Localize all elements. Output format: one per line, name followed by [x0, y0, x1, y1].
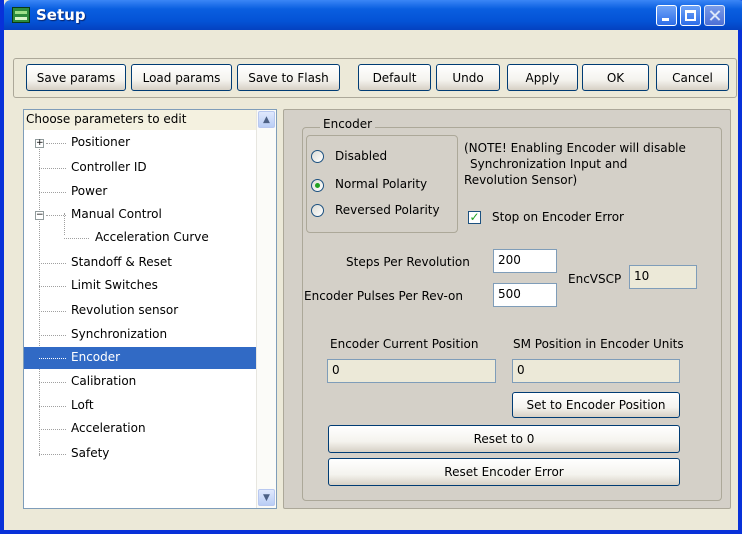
reset-to-0-button[interactable]: Reset to 0: [328, 425, 680, 453]
maximize-button[interactable]: [680, 5, 701, 26]
tree-item-encoder[interactable]: Encoder: [24, 347, 256, 369]
tree-item-acceleration-curve[interactable]: Acceleration Curve: [24, 227, 256, 249]
encoder-current-position-field: 0: [327, 359, 496, 383]
stop-on-encoder-error-label: Stop on Encoder Error: [492, 210, 624, 224]
app-icon: [12, 7, 30, 23]
expand-icon[interactable]: +: [35, 139, 44, 148]
tree-item-calibration[interactable]: Calibration: [24, 371, 256, 393]
encoder-pulses-per-rev-label: Encoder Pulses Per Rev-on: [304, 289, 463, 303]
save-to-flash-button[interactable]: Save to Flash: [237, 64, 340, 91]
tree-item-standoff-reset[interactable]: Standoff & Reset: [24, 252, 256, 274]
title-bar[interactable]: Setup: [4, 0, 742, 30]
radio-reversed-polarity[interactable]: [311, 204, 324, 217]
tree-scrollbar[interactable]: ▲ ▼: [256, 110, 276, 508]
radio-disabled-label: Disabled: [335, 149, 388, 163]
scroll-down-icon[interactable]: ▼: [258, 489, 275, 506]
apply-button[interactable]: Apply: [507, 64, 578, 91]
encoder-note-line-1: (NOTE! Enabling Encoder will disable: [464, 141, 686, 155]
cancel-button[interactable]: Cancel: [656, 64, 729, 91]
encoder-pulses-per-rev-input[interactable]: 500: [493, 283, 557, 307]
tree-item-power[interactable]: Power: [24, 181, 256, 203]
scroll-up-icon[interactable]: ▲: [258, 111, 275, 128]
encoder-note-line-3: Revolution Sensor): [464, 173, 578, 187]
encoder-note-line-2: Synchronization Input and: [470, 157, 628, 171]
setup-window: Setup Save params Load params Save to Fl…: [0, 0, 742, 534]
ok-button[interactable]: OK: [582, 64, 649, 91]
minimize-button[interactable]: [656, 5, 677, 26]
tree-header: Choose parameters to edit: [24, 110, 256, 130]
collapse-icon[interactable]: −: [35, 211, 44, 220]
window-title: Setup: [36, 6, 86, 24]
radio-disabled[interactable]: [311, 150, 324, 163]
encvscp-label: EncVSCP: [568, 272, 622, 286]
encvscp-field: 10: [629, 265, 697, 289]
tree-item-synchronization[interactable]: Synchronization: [24, 324, 256, 346]
load-params-button[interactable]: Load params: [131, 64, 232, 91]
reset-encoder-error-button[interactable]: Reset Encoder Error: [328, 458, 680, 486]
steps-per-revolution-label: Steps Per Revolution: [346, 255, 470, 269]
tree-item-positioner[interactable]: + Positioner: [24, 132, 256, 154]
encoder-current-position-label: Encoder Current Position: [330, 337, 479, 351]
undo-button[interactable]: Undo: [436, 64, 500, 91]
parameter-tree[interactable]: Choose parameters to edit + Positioner C…: [23, 109, 277, 509]
sm-position-field: 0: [512, 359, 680, 383]
save-params-button[interactable]: Save params: [26, 64, 126, 91]
tree-item-manual-control[interactable]: − Manual Control: [24, 204, 256, 226]
stop-on-encoder-error-checkbox[interactable]: ✓: [468, 211, 481, 224]
tree-item-revolution-sensor[interactable]: Revolution sensor: [24, 300, 256, 322]
close-button[interactable]: [704, 5, 725, 26]
tree-item-controller-id[interactable]: Controller ID: [24, 157, 256, 179]
tree-item-safety[interactable]: Safety: [24, 443, 256, 465]
tree-item-acceleration[interactable]: Acceleration: [24, 418, 256, 440]
encoder-group-title: Encoder: [320, 117, 376, 131]
default-button[interactable]: Default: [358, 64, 431, 91]
radio-normal-polarity-label: Normal Polarity: [335, 177, 428, 191]
radio-normal-polarity[interactable]: [311, 179, 324, 192]
tree-item-loft[interactable]: Loft: [24, 395, 256, 417]
sm-position-label: SM Position in Encoder Units: [513, 337, 684, 351]
tree-item-limit-switches[interactable]: Limit Switches: [24, 275, 256, 297]
steps-per-revolution-input[interactable]: 200: [493, 249, 557, 273]
set-to-encoder-position-button[interactable]: Set to Encoder Position: [512, 392, 680, 418]
radio-reversed-polarity-label: Reversed Polarity: [335, 203, 440, 217]
